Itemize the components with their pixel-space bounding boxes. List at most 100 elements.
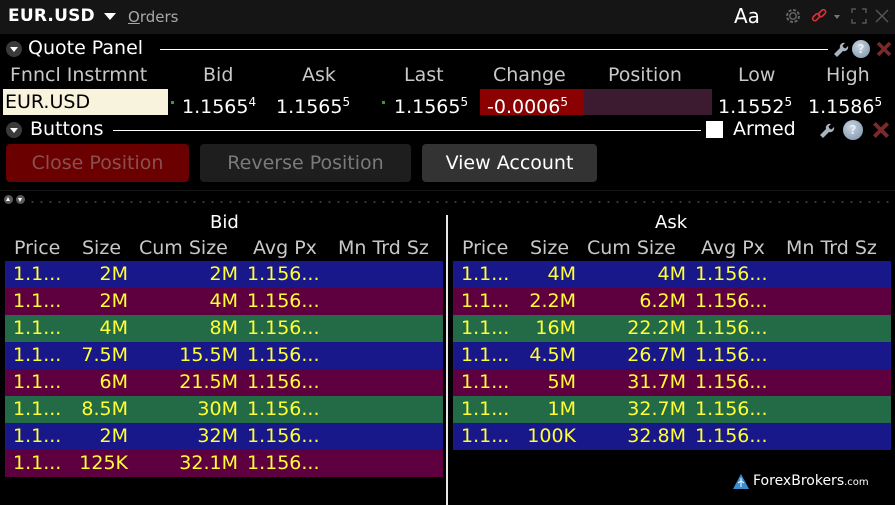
bid-cell-avg: 1.156...: [247, 263, 320, 285]
low-price-pip: 5: [784, 95, 793, 109]
header-low: Low: [738, 64, 776, 86]
gear-icon[interactable]: [784, 7, 802, 25]
bid-cell-price: 1.1...: [13, 344, 62, 366]
bid-price[interactable]: 1.15654: [182, 90, 257, 118]
font-size-button[interactable]: Aa: [734, 4, 760, 28]
ask-price-pip: 5: [342, 95, 351, 109]
ask-cell-price: 1.1...: [461, 371, 510, 393]
ask-col-mn-trd-sz[interactable]: Mn Trd Sz: [786, 237, 877, 259]
armed-checkbox[interactable]: [706, 121, 723, 138]
high-price: 1.15865: [808, 90, 883, 118]
bid-col-mn-trd-sz[interactable]: Mn Trd Sz: [338, 237, 429, 259]
view-account-button[interactable]: View Account: [422, 144, 597, 182]
bid-cell-size: 8.5M: [81, 398, 128, 420]
bid-cell-size: 2M: [99, 290, 128, 312]
bid-cell-size: 2M: [99, 425, 128, 447]
watermark-suffix: .com: [844, 477, 869, 488]
ask-cell-avg: 1.156...: [695, 317, 768, 339]
ask-book-title: Ask: [655, 212, 688, 233]
bid-cell-size: 6M: [99, 371, 128, 393]
ask-book-row[interactable]: 1.1... 4M 4M 1.156...: [453, 261, 891, 288]
bid-book-row[interactable]: 1.1... 8.5M 30M 1.156...: [5, 396, 443, 423]
bid-col-cum-size[interactable]: Cum Size: [139, 237, 228, 259]
bid-book-row[interactable]: 1.1... 7.5M 15.5M 1.156...: [5, 342, 443, 369]
ask-cell-avg: 1.156...: [695, 371, 768, 393]
header-change: Change: [493, 64, 566, 86]
ask-cell-size: 2.2M: [529, 290, 576, 312]
ask-col-cum-size[interactable]: Cum Size: [587, 237, 676, 259]
bid-cell-avg: 1.156...: [247, 371, 320, 393]
ask-book-row[interactable]: 1.1... 1M 32.7M 1.156...: [453, 396, 891, 423]
bid-cell-avg: 1.156...: [247, 425, 320, 447]
armed-label: Armed: [733, 118, 796, 140]
last-price-pip: 5: [460, 95, 469, 109]
high-price-pip: 5: [874, 95, 883, 109]
chevron-down-icon[interactable]: [104, 13, 116, 20]
close-position-button[interactable]: Close Position: [6, 144, 189, 182]
bid-col-avg-px[interactable]: Avg Px: [253, 237, 317, 259]
link-icon[interactable]: [810, 7, 828, 25]
section-divider: [113, 130, 701, 131]
ask-book-row[interactable]: 1.1... 5M 31.7M 1.156...: [453, 369, 891, 396]
bid-col-price[interactable]: Price: [14, 237, 60, 259]
bid-book-row[interactable]: 1.1... 2M 2M 1.156...: [5, 261, 443, 288]
ask-cell-price: 1.1...: [461, 263, 510, 285]
collapse-toggle-icon[interactable]: [6, 41, 22, 57]
reverse-position-button[interactable]: Reverse Position: [200, 144, 411, 182]
scroll-down-icon[interactable]: [16, 195, 25, 204]
symbol-selector[interactable]: EUR.USD: [8, 6, 95, 26]
ask-cell-cum: 31.7M: [627, 371, 686, 393]
bid-book-row[interactable]: 1.1... 2M 32M 1.156...: [5, 423, 443, 450]
bid-price-pip: 4: [248, 95, 257, 109]
collapse-toggle-icon[interactable]: [6, 122, 22, 138]
ask-cell-avg: 1.156...: [695, 290, 768, 312]
wrench-icon[interactable]: [831, 40, 849, 58]
maximize-icon[interactable]: [851, 8, 867, 24]
wrench-icon[interactable]: [817, 121, 835, 139]
ask-cell-avg: 1.156...: [695, 263, 768, 285]
ask-book-row[interactable]: 1.1... 4.5M 26.7M 1.156...: [453, 342, 891, 369]
ask-cell-size: 1M: [547, 398, 576, 420]
orders-tab-label: rders: [139, 8, 179, 26]
ask-book-row[interactable]: 1.1... 16M 22.2M 1.156...: [453, 315, 891, 342]
ask-book-row[interactable]: 1.1... 2.2M 6.2M 1.156...: [453, 288, 891, 315]
bid-book-row[interactable]: 1.1... 4M 8M 1.156...: [5, 315, 443, 342]
ask-price[interactable]: 1.15655: [276, 90, 351, 118]
close-icon[interactable]: [874, 8, 890, 24]
position-cell: [584, 89, 712, 115]
ask-cell-cum: 26.7M: [627, 344, 686, 366]
ask-col-price[interactable]: Price: [462, 237, 508, 259]
bid-book-row[interactable]: 1.1... 6M 21.5M 1.156...: [5, 369, 443, 396]
close-panel-icon[interactable]: [875, 40, 893, 58]
bid-col-size[interactable]: Size: [82, 237, 121, 259]
link-dropdown-icon[interactable]: [834, 15, 840, 19]
ask-cell-price: 1.1...: [461, 425, 510, 447]
change-value-main: -0.0006: [487, 96, 561, 118]
resize-handle[interactable]: [28, 201, 895, 203]
header-last: Last: [404, 64, 444, 86]
ask-cell-size: 4M: [547, 263, 576, 285]
bid-book-row[interactable]: 1.1... 125K 32.1M 1.156...: [5, 450, 443, 477]
close-panel-icon[interactable]: [871, 120, 891, 140]
watermark-brand: ForexBrokers: [753, 473, 845, 489]
ask-price-main: 1.1565: [276, 96, 343, 118]
ask-book-rows: 1.1... 4M 4M 1.156... 1.1... 2.2M 6.2M 1.156...…: [453, 261, 891, 450]
ask-cell-cum: 6.2M: [639, 290, 686, 312]
bid-cell-size: 7.5M: [81, 344, 128, 366]
ask-col-avg-px[interactable]: Avg Px: [701, 237, 765, 259]
orders-tab[interactable]: Orders: [128, 8, 178, 26]
bid-book-row[interactable]: 1.1... 2M 4M 1.156...: [5, 288, 443, 315]
ask-book-row[interactable]: 1.1... 100K 32.8M 1.156...: [453, 423, 891, 450]
ask-col-size[interactable]: Size: [530, 237, 569, 259]
header-ask: Ask: [302, 64, 336, 86]
panel-divider: [0, 190, 895, 191]
ask-cell-cum: 22.2M: [627, 317, 686, 339]
instrument-field[interactable]: EUR.USD: [3, 89, 168, 115]
bid-cell-size: 2M: [99, 263, 128, 285]
scroll-up-icon[interactable]: [4, 195, 13, 204]
help-icon[interactable]: ?: [843, 120, 863, 140]
bid-cell-price: 1.1...: [13, 425, 62, 447]
help-icon[interactable]: ?: [852, 40, 870, 58]
title-bar: EUR.USD Orders Aa: [0, 0, 895, 34]
bid-tick-indicator: [171, 101, 174, 104]
